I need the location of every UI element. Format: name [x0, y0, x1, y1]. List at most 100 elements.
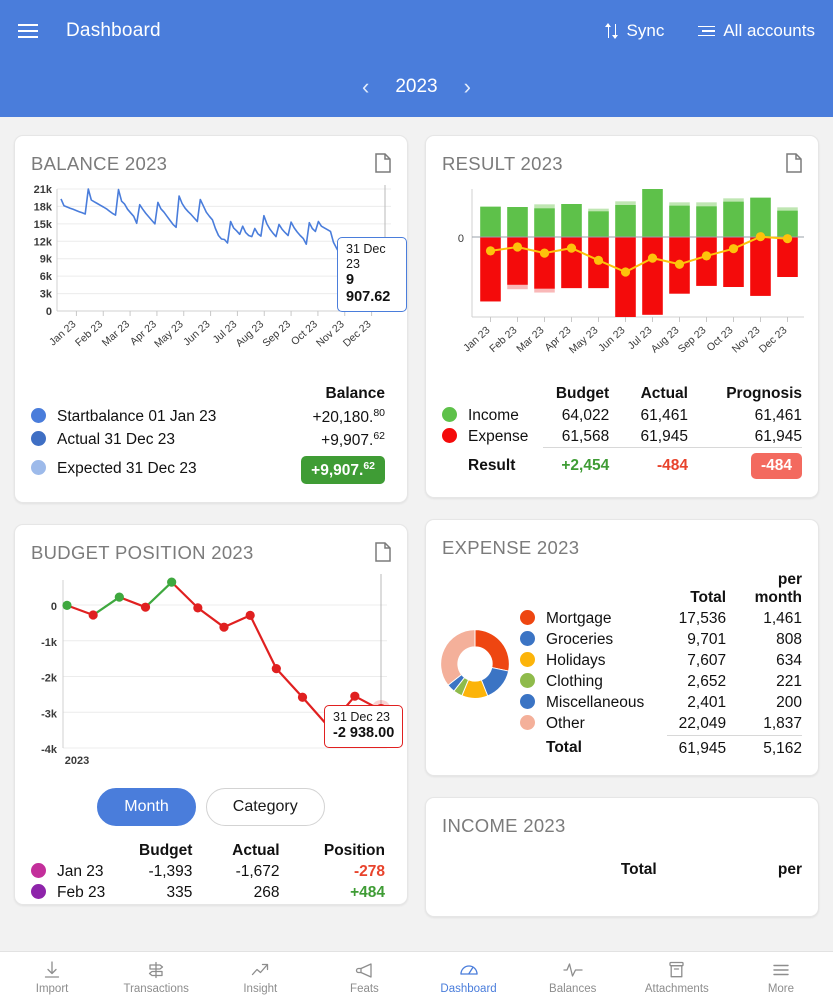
- nav-item-insight[interactable]: Insight: [208, 960, 312, 995]
- nav-label: More: [768, 983, 794, 995]
- budget-card-header: BUDGET POSITION 2023: [15, 525, 407, 564]
- row-value-cents: 62: [373, 430, 385, 442]
- legend-dot: [520, 673, 535, 688]
- row-label: Income: [468, 405, 543, 426]
- row-per-month: 808: [726, 630, 802, 651]
- nav-item-transactions[interactable]: Transactions: [104, 960, 208, 995]
- result-summary: Budget Actual Prognosis Income 64,022 61…: [426, 375, 818, 497]
- nav-item-attachments[interactable]: Attachments: [625, 960, 729, 995]
- status-badge: +9,907.62: [301, 456, 385, 484]
- sync-button[interactable]: Sync: [606, 21, 665, 41]
- result-card-header: RESULT 2023: [426, 136, 818, 175]
- page-title: Dashboard: [66, 20, 161, 42]
- balance-card-title: BALANCE 2023: [31, 153, 167, 175]
- row-value-main: +20,180.: [313, 409, 374, 426]
- row-label: Expected 31 Dec 23: [57, 451, 272, 486]
- dashboard-canvas: BALANCE 2023 03k6k9k12k15k18k21kJan 23Fe…: [0, 117, 833, 1003]
- legend-dot: [520, 652, 535, 667]
- row-label: Mortgage: [546, 609, 667, 630]
- download-arrow-icon: [43, 960, 61, 979]
- result-label: Result: [468, 448, 543, 481]
- table-row[interactable]: Clothing 2,652 221: [520, 672, 802, 693]
- nav-item-feats[interactable]: Feats: [312, 960, 416, 995]
- balance-summary: Balance Startbalance 01 Jan 23 +20,180.8…: [15, 375, 407, 502]
- svg-text:Jan 23: Jan 23: [47, 318, 79, 348]
- svg-text:-2k: -2k: [41, 672, 58, 684]
- svg-text:Jun 23: Jun 23: [181, 318, 213, 348]
- row-total: 9,701: [667, 630, 726, 651]
- nav-item-import[interactable]: Import: [0, 960, 104, 995]
- nav-item-balances[interactable]: Balances: [521, 960, 625, 995]
- table-row[interactable]: Miscellaneous 2,401 200: [520, 693, 802, 714]
- table-row[interactable]: Other 22,049 1,837: [520, 714, 802, 736]
- svg-text:6k: 6k: [40, 271, 53, 283]
- row-prognosis: 61,945: [688, 426, 802, 448]
- expense-total-row: Total 61,945 5,162: [520, 735, 802, 759]
- table-row[interactable]: Holidays 7,607 634: [520, 651, 802, 672]
- table-row[interactable]: Mortgage 17,536 1,461: [520, 609, 802, 630]
- nav-item-dashboard[interactable]: Dashboard: [417, 960, 521, 995]
- total-label: Total: [546, 735, 667, 759]
- balance-chart[interactable]: 03k6k9k12k15k18k21kJan 23Feb 23Mar 23Apr…: [15, 175, 407, 375]
- income-card: INCOME 2023 Total per: [425, 797, 819, 917]
- document-icon[interactable]: [375, 542, 391, 562]
- more-menu-icon: [772, 960, 790, 979]
- balance-chart-tooltip: 31 Dec 23 9 907.62: [337, 237, 407, 312]
- budget-position-card: BUDGET POSITION 2023 0-1k-2k-3k-4k2023 3…: [14, 524, 408, 905]
- toggle-category-button[interactable]: Category: [206, 788, 325, 826]
- row-total: 2,401: [667, 693, 726, 714]
- col-budget: Budget: [121, 840, 192, 862]
- income-table: Total per: [520, 859, 802, 881]
- svg-text:May 23: May 23: [567, 324, 601, 356]
- row-total: 7,607: [667, 651, 726, 672]
- result-chart-svg: 0Jan 23Feb 23Mar 23Apr 23May 23Jun 23Jul…: [432, 181, 812, 377]
- document-icon[interactable]: [786, 153, 802, 173]
- table-row[interactable]: Jan 23 -1,393 -1,672 -278: [31, 862, 385, 883]
- next-year-button[interactable]: ›: [464, 76, 471, 98]
- row-position: +484: [280, 883, 385, 904]
- svg-text:-1k: -1k: [41, 637, 58, 649]
- budget-position-chart[interactable]: 0-1k-2k-3k-4k2023 31 Dec 23 -2 938.00: [15, 564, 407, 776]
- col-budget: Budget: [543, 383, 609, 405]
- right-column: RESULT 2023 0Jan 23Feb 23Mar 23Apr 23May…: [425, 135, 819, 938]
- table-row[interactable]: Groceries 9,701 808: [520, 630, 802, 651]
- hamburger-menu-icon[interactable]: [18, 24, 38, 39]
- svg-text:Aug 23: Aug 23: [649, 324, 682, 355]
- megaphone-icon: [355, 960, 374, 979]
- col-actual: Actual: [192, 840, 279, 862]
- balance-table: Balance Startbalance 01 Jan 23 +20,180.8…: [31, 383, 385, 486]
- tooltip-date: 31 Dec 23: [346, 242, 398, 272]
- expense-donut-chart[interactable]: [436, 625, 514, 703]
- tooltip-date: 31 Dec 23: [333, 710, 394, 725]
- badge-main: +9,907.: [311, 462, 363, 479]
- table-row[interactable]: Feb 23 335 268 +484: [31, 883, 385, 904]
- balance-card: BALANCE 2023 03k6k9k12k15k18k21kJan 23Fe…: [14, 135, 408, 503]
- row-total: 17,536: [667, 609, 726, 630]
- svg-text:-4k: -4k: [41, 744, 58, 756]
- total-value: 61,945: [667, 735, 726, 759]
- gauge-icon: [459, 960, 479, 979]
- row-position: -278: [280, 862, 385, 883]
- document-icon[interactable]: [375, 153, 391, 173]
- svg-text:0: 0: [458, 233, 464, 245]
- row-actual: 268: [192, 883, 279, 904]
- result-chart[interactable]: 0Jan 23Feb 23Mar 23Apr 23May 23Jun 23Jul…: [426, 175, 818, 375]
- svg-text:Dec 23: Dec 23: [757, 324, 790, 355]
- row-label: Groceries: [546, 630, 667, 651]
- row-label: Actual 31 Dec 23: [57, 428, 272, 451]
- legend-dot: [31, 884, 46, 899]
- legend-dot: [520, 610, 535, 625]
- nav-item-more[interactable]: More: [729, 960, 833, 995]
- all-accounts-button[interactable]: All accounts: [698, 21, 815, 41]
- table-row: Expected 31 Dec 23 +9,907.62: [31, 451, 385, 486]
- row-total: 22,049: [667, 714, 726, 736]
- legend-dot: [442, 428, 457, 443]
- toggle-month-button[interactable]: Month: [97, 788, 195, 826]
- prev-year-button[interactable]: ‹: [362, 76, 369, 98]
- result-card: RESULT 2023 0Jan 23Feb 23Mar 23Apr 23May…: [425, 135, 819, 498]
- expense-card-header: EXPENSE 2023: [426, 520, 818, 559]
- col-month: month: [740, 589, 802, 607]
- nav-label: Dashboard: [440, 983, 496, 995]
- svg-text:Nov 23: Nov 23: [730, 324, 763, 355]
- result-prognosis-cell: -484: [688, 448, 802, 481]
